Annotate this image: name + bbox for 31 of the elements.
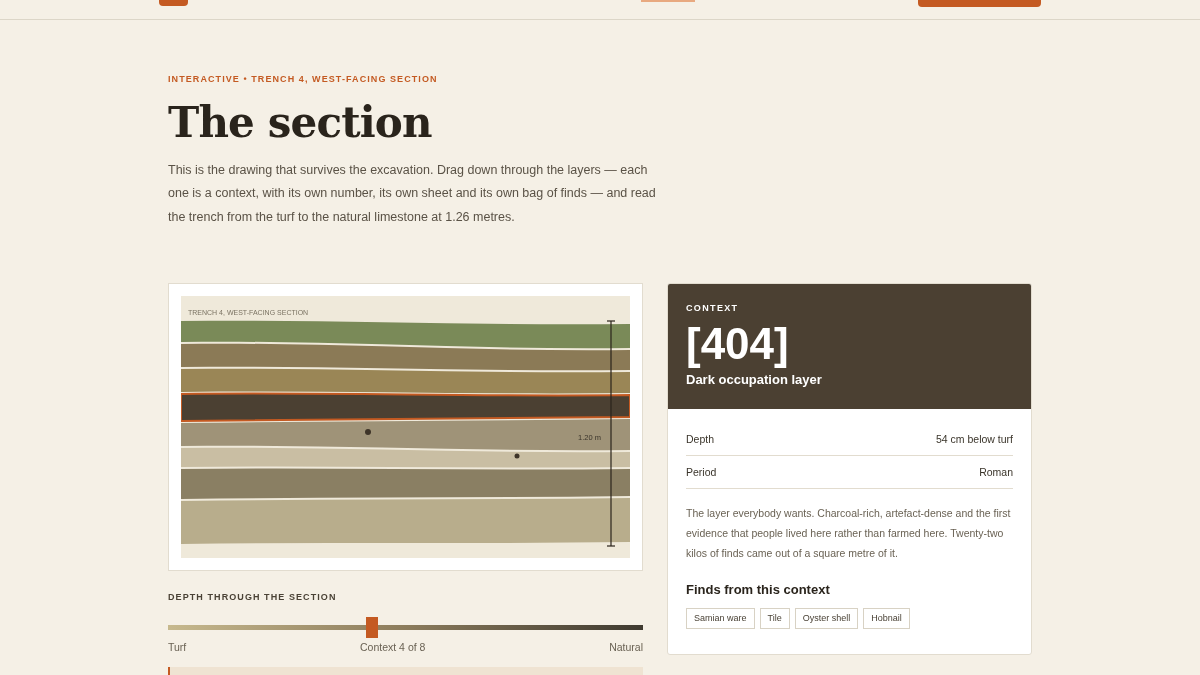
find-dot: [365, 429, 371, 435]
logo-mark[interactable]: [159, 0, 188, 6]
soil-layer[interactable]: [181, 343, 630, 371]
slider-thumb[interactable]: [366, 616, 379, 638]
find-dot: [514, 453, 520, 459]
find-tag: Hobnail: [863, 607, 910, 629]
soil-layer[interactable]: [181, 392, 630, 422]
fact-value: Roman: [979, 465, 1013, 480]
soil-layer[interactable]: [181, 320, 630, 349]
depth-slider[interactable]: [168, 616, 643, 637]
context-name: Dark occupation layer: [686, 370, 823, 389]
eyebrow-label: INTERACTIVE • TRENCH 4, WEST-FACING SECTION: [168, 73, 439, 86]
context-eyebrow: CONTEXT: [686, 302, 740, 315]
fact-value: 54 cm below turf: [935, 432, 1013, 447]
slider-end-label: Natural: [609, 639, 643, 655]
slider-start-label: Turf: [168, 639, 187, 655]
soil-layer[interactable]: [181, 419, 630, 451]
fact-label: Depth: [686, 432, 715, 447]
page-title: The section: [168, 98, 433, 147]
finds-heading: Finds from this context: [686, 581, 831, 599]
intro-paragraph: This is the drawing that survives the excavation. Drag down through the layers — each one is a context, with its own number, its own sheet and its own bag of finds — and read the trench from the turf to the natural limestone at 1.26 metres.: [168, 161, 657, 226]
slider-label: DEPTH THROUGH THE SECTION: [168, 591, 338, 604]
slider-reading: Context 4 of 8: [360, 639, 426, 655]
fact-label: Period: [686, 465, 717, 480]
find-tag: Tile: [759, 607, 790, 629]
find-tag: Oyster shell: [794, 607, 859, 629]
nav-underline: [641, 0, 695, 2]
soil-layer[interactable]: [181, 368, 630, 394]
context-number: [404]: [686, 319, 790, 368]
context-description: The layer everybody wants. Charcoal-rich, artefact-dense and the first evidence that people lived here rather than farmed here. Twenty-two kilos of finds came out of a square metre of it.: [686, 506, 1012, 561]
find-tag: Samian ware: [686, 607, 755, 629]
